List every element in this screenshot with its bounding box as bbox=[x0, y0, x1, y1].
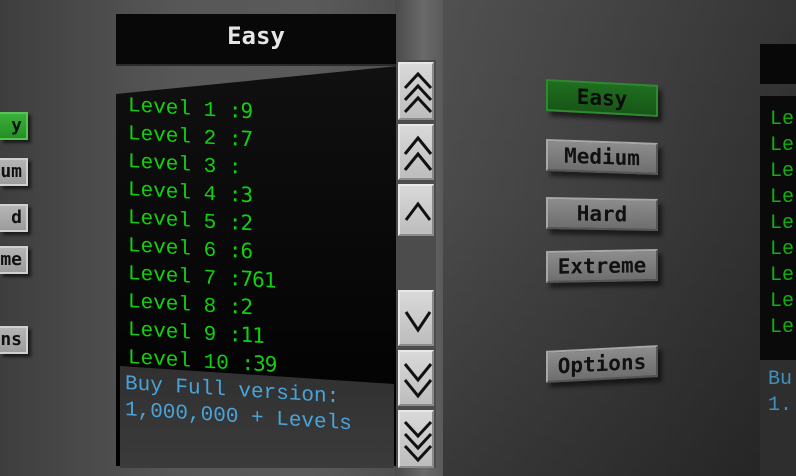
triple-chevron-down-icon bbox=[403, 420, 433, 463]
scroll-bottom-button[interactable] bbox=[398, 410, 434, 468]
level-score: :11 bbox=[228, 321, 264, 349]
level-number: 4 bbox=[203, 183, 217, 208]
level-number: 6 bbox=[203, 239, 217, 264]
scroll-column bbox=[396, 60, 436, 468]
chevron-up-icon bbox=[404, 201, 432, 221]
difficulty-title: Easy bbox=[227, 22, 285, 50]
level-score: :6 bbox=[228, 237, 253, 264]
level-score: :761 bbox=[228, 265, 276, 293]
extreme-button[interactable]: Extreme bbox=[546, 249, 658, 283]
hard-button[interactable]: Hard bbox=[546, 197, 658, 231]
medium-button[interactable]: Medium bbox=[546, 139, 658, 175]
chevron-down-icon bbox=[404, 311, 432, 333]
far-level-row: Le bbox=[770, 212, 795, 235]
left-hard-button[interactable]: d bbox=[0, 204, 28, 232]
far-level-row: Le bbox=[770, 238, 795, 261]
level-number: 1 bbox=[203, 99, 217, 124]
level-number: 8 bbox=[203, 295, 217, 320]
far-level-row: Le bbox=[770, 186, 795, 209]
left-easy-button[interactable]: y bbox=[0, 112, 28, 140]
level-score: :2 bbox=[228, 209, 253, 236]
double-chevron-down-icon bbox=[403, 363, 433, 399]
level-number: 7 bbox=[203, 267, 217, 292]
level-score: : bbox=[228, 153, 241, 179]
far-level-row: Le bbox=[770, 108, 795, 131]
level-list: Level 1 :9 Level 2 :7 Level 3 : Level 4 :3 L… bbox=[128, 90, 276, 379]
level-number: 3 bbox=[203, 155, 217, 180]
level-score: :9 bbox=[228, 97, 253, 124]
far-level-row: Le bbox=[770, 160, 795, 183]
far-level-row: Le bbox=[770, 264, 795, 287]
left-medium-button[interactable]: um bbox=[0, 158, 28, 186]
far-level-row: Le bbox=[770, 134, 795, 157]
page-down-button[interactable] bbox=[398, 350, 434, 406]
game-scene: y um d me ns Easy Level 1 :9 Level 2 :7 Le… bbox=[0, 0, 796, 476]
line-up-button[interactable] bbox=[398, 184, 434, 236]
level-number: 9 bbox=[203, 323, 217, 348]
page-up-button[interactable] bbox=[398, 124, 434, 180]
triple-chevron-up-icon bbox=[403, 71, 433, 114]
options-button[interactable]: Options bbox=[546, 345, 658, 383]
line-down-button[interactable] bbox=[398, 290, 434, 346]
far-buy-line-1: Bu bbox=[768, 368, 793, 391]
level-number: 2 bbox=[203, 127, 217, 152]
far-title-bar bbox=[760, 44, 796, 84]
scroll-top-button[interactable] bbox=[398, 62, 434, 120]
level-number: 5 bbox=[203, 211, 217, 236]
level-score: :7 bbox=[228, 125, 253, 152]
level-score: :3 bbox=[228, 181, 253, 208]
easy-button[interactable]: Easy bbox=[546, 79, 658, 117]
double-chevron-up-icon bbox=[403, 135, 433, 171]
left-options-button[interactable]: ns bbox=[0, 326, 28, 354]
level-score: :39 bbox=[241, 350, 277, 377]
left-extreme-button[interactable]: me bbox=[0, 246, 28, 274]
far-level-row: Le bbox=[770, 316, 795, 339]
right-panel-shade bbox=[443, 0, 796, 476]
far-level-row: Le bbox=[770, 290, 795, 313]
far-buy-line-2: 1. bbox=[768, 394, 793, 417]
level-score: :2 bbox=[228, 293, 253, 320]
